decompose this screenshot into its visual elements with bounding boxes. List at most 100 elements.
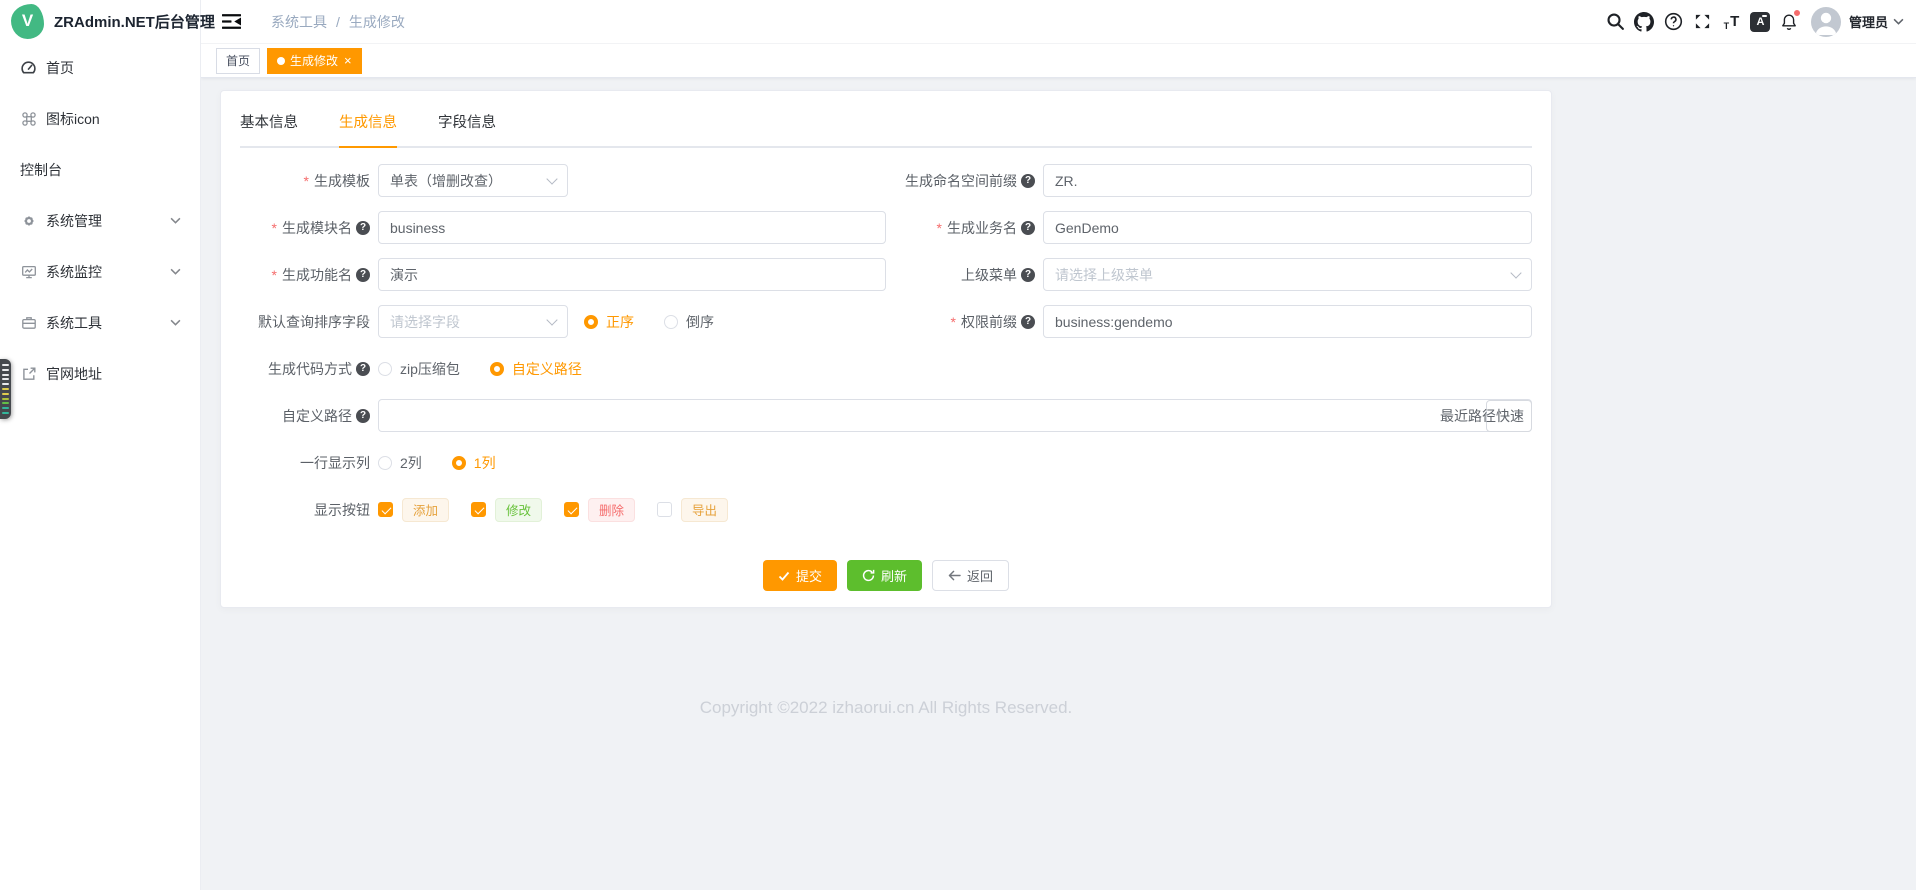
handle-stripe	[2, 364, 9, 366]
checkbox-add[interactable]: 添加	[378, 498, 449, 522]
form-actions: 提交 刷新 返回	[221, 560, 1551, 591]
business-name-input[interactable]	[1043, 211, 1532, 244]
app-logo[interactable]: V ZRAdmin.NET后台管理	[0, 0, 200, 42]
translate-letter: A	[1750, 12, 1770, 32]
field-label-gen-template: 生成模板	[221, 171, 378, 191]
label-text: 生成业务名	[947, 218, 1017, 238]
navbar-actions: TT A 管理员	[1601, 7, 1916, 37]
radio-label: zip压缩包	[400, 359, 460, 379]
field-label-custom-path: 自定义路径	[221, 406, 378, 426]
back-button[interactable]: 返回	[932, 560, 1009, 591]
tag-add: 添加	[402, 498, 449, 522]
radio-icon	[378, 362, 392, 376]
help-question-icon[interactable]	[356, 362, 370, 376]
tag-close-icon[interactable]: ×	[344, 53, 352, 68]
avatar[interactable]	[1811, 7, 1841, 37]
drag-handle[interactable]	[0, 359, 11, 419]
sidebar-item-icons[interactable]: 图标icon	[0, 93, 200, 144]
dashboard-icon	[20, 59, 37, 76]
radio-two-columns[interactable]: 2列	[378, 453, 422, 473]
radio-one-column[interactable]: 1列	[452, 453, 496, 473]
help-question-icon[interactable]	[1021, 268, 1035, 282]
field-label-parent-menu: 上级菜单	[886, 265, 1043, 285]
app-title: ZRAdmin.NET后台管理	[54, 11, 215, 32]
help-question-icon[interactable]	[1021, 315, 1035, 329]
help-question-icon[interactable]	[356, 221, 370, 235]
tag-gen-edit[interactable]: 生成修改 ×	[267, 48, 362, 74]
fullscreen-icon[interactable]	[1688, 7, 1717, 37]
label-text: 显示按钮	[314, 500, 370, 520]
chevron-down-icon	[170, 217, 181, 224]
help-question-icon[interactable]	[1021, 174, 1035, 188]
tag-home[interactable]: 首页	[216, 48, 260, 74]
radio-sort-desc[interactable]: 倒序	[664, 312, 714, 332]
label-text: 生成代码方式	[268, 359, 352, 379]
translate-icon[interactable]: A	[1746, 7, 1775, 37]
app-window: V ZRAdmin.NET后台管理 首页 图标icon 控制台	[0, 0, 1916, 890]
sidebar-item-home[interactable]: 首页	[0, 42, 200, 93]
submit-button[interactable]: 提交	[763, 560, 837, 591]
checkbox-export[interactable]: 导出	[657, 498, 728, 522]
sidebar-item-console[interactable]: 控制台	[0, 144, 200, 195]
check-icon	[778, 570, 790, 582]
notification-bell-icon[interactable]	[1775, 7, 1804, 37]
radio-sort-asc[interactable]: 正序	[584, 312, 634, 332]
recent-path-label[interactable]: 最近路径快速	[1440, 406, 1524, 426]
form-row: 生成代码方式 zip压缩包 自定义路径	[221, 345, 1551, 392]
collapse-sidebar-icon[interactable]	[222, 13, 241, 30]
sidebar-item-official-site[interactable]: 官网地址	[0, 348, 200, 399]
help-icon[interactable]	[1659, 7, 1688, 37]
toolbox-icon	[20, 314, 37, 331]
function-name-input[interactable]	[378, 258, 886, 291]
help-question-icon[interactable]	[356, 409, 370, 423]
label-text: 生成功能名	[282, 265, 352, 285]
label-text: 生成模板	[314, 171, 370, 191]
namespace-prefix-input[interactable]	[1043, 164, 1532, 197]
checkbox-delete[interactable]: 删除	[564, 498, 635, 522]
label-text: 生成模块名	[282, 218, 352, 238]
perm-prefix-input[interactable]	[1043, 305, 1532, 338]
label-text: 权限前缀	[961, 312, 1017, 332]
user-name[interactable]: 管理员	[1849, 12, 1888, 31]
form-row: 显示按钮 添加 修改 删除	[221, 486, 1551, 533]
form-row: 一行显示列 2列 1列	[221, 439, 1551, 486]
sidebar-item-system-tools[interactable]: 系统工具	[0, 297, 200, 348]
search-icon[interactable]	[1601, 7, 1630, 37]
sidebar: V ZRAdmin.NET后台管理 首页 图标icon 控制台	[0, 0, 201, 890]
user-menu-chevron-icon[interactable]	[1893, 18, 1904, 25]
tab-field-info[interactable]: 字段信息	[438, 113, 496, 146]
handle-stripe	[2, 374, 9, 376]
tab-gen-info[interactable]: 生成信息	[339, 113, 397, 148]
help-question-icon[interactable]	[1021, 221, 1035, 235]
help-question-icon[interactable]	[356, 268, 370, 282]
module-name-input[interactable]	[378, 211, 886, 244]
radio-custom-path[interactable]: 自定义路径	[490, 359, 582, 379]
checkbox-edit[interactable]: 修改	[471, 498, 542, 522]
radio-zip-package[interactable]: zip压缩包	[378, 359, 460, 379]
breadcrumb-item[interactable]: 系统工具	[271, 12, 327, 32]
label-text: 自定义路径	[282, 406, 352, 426]
button-label: 返回	[967, 566, 993, 585]
handle-stripe	[2, 378, 9, 380]
refresh-button[interactable]: 刷新	[847, 560, 922, 591]
sidebar-item-system-admin[interactable]: 系统管理	[0, 195, 200, 246]
parent-menu-select[interactable]: 请选择上级菜单	[1043, 258, 1532, 291]
tag-edit: 修改	[495, 498, 542, 522]
label-text: 一行显示列	[300, 453, 370, 473]
radio-icon	[378, 456, 392, 470]
custom-path-input[interactable]	[378, 399, 1532, 432]
github-icon[interactable]	[1630, 7, 1659, 37]
tab-basic-info[interactable]: 基本信息	[240, 113, 298, 146]
sort-field-select[interactable]: 请选择字段	[378, 305, 568, 338]
sidebar-item-label: 控制台	[20, 160, 62, 180]
handle-stripe	[2, 383, 9, 385]
radio-icon	[452, 456, 466, 470]
gen-template-select[interactable]: 单表（增删改查）	[378, 164, 568, 197]
form-row: 自定义路径 最近路径快速	[221, 392, 1551, 439]
sidebar-menu: 首页 图标icon 控制台 系统管理	[0, 42, 200, 399]
notification-badge	[1793, 9, 1801, 17]
sidebar-item-system-monitor[interactable]: 系统监控	[0, 246, 200, 297]
font-size-icon[interactable]: TT	[1717, 7, 1746, 37]
logo-letter: V	[22, 11, 33, 31]
sidebar-item-label: 首页	[46, 58, 74, 78]
